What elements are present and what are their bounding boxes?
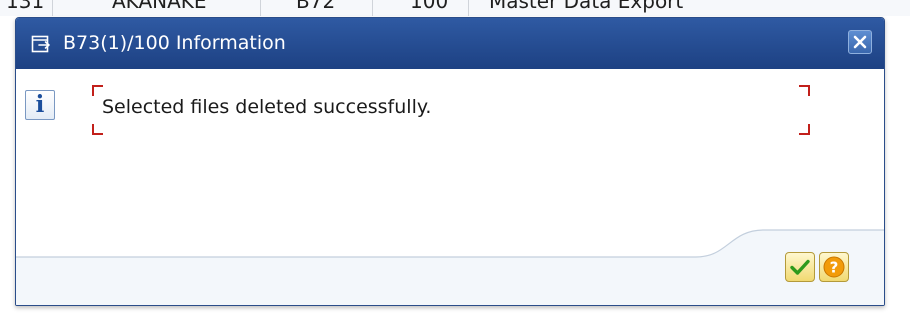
help-button[interactable]: ? [819,252,849,282]
svg-text:?: ? [830,259,839,277]
background-cell: B72 [296,0,336,13]
focus-frame-corner [92,124,103,135]
column-divider [468,0,469,16]
checkmark-icon [790,259,810,275]
background-table-row: 131 AKANAKE B72 100 Master Data Export [0,0,910,16]
ok-button[interactable] [785,252,815,282]
popup-window-icon [31,34,51,54]
focus-frame-corner [799,124,810,135]
column-divider [260,0,261,16]
dialog-title: B73(1)/100 Information [63,32,286,54]
background-cell: Master Data Export [489,0,684,13]
background-cell: AKANAKE [112,0,207,13]
column-divider [372,0,373,16]
dialog-content: i Selected files deleted successfully. ? [16,69,884,305]
close-button[interactable] [848,30,872,54]
help-icon: ? [823,256,845,278]
close-icon [853,35,867,49]
background-cell: 100 [410,0,449,13]
info-message: Selected files deleted successfully. [102,96,432,118]
background-cell: 131 [6,0,45,13]
focus-frame-corner [799,85,810,96]
column-divider [52,0,53,16]
info-icon: i [25,90,55,120]
information-dialog: B73(1)/100 Information i Selected files … [15,17,885,306]
dialog-title-bar[interactable]: B73(1)/100 Information [16,18,884,69]
footer-separator [16,229,884,305]
